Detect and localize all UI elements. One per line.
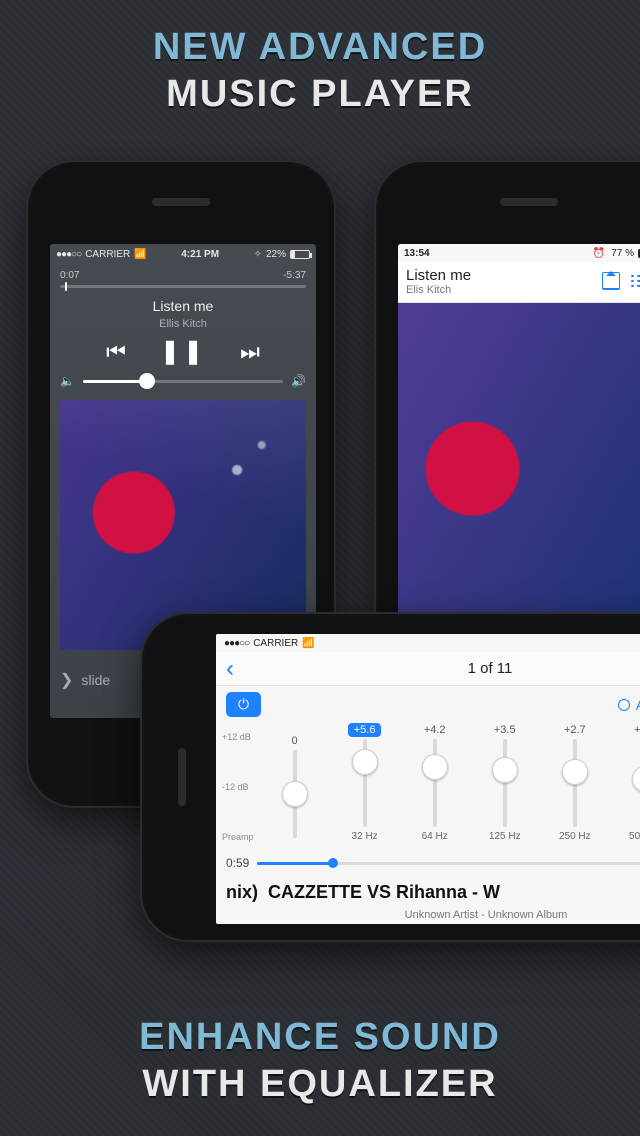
eq-power-button[interactable]: ⏻: [226, 692, 261, 717]
eq-toolbar: ⏻ AGR Manual: [216, 686, 640, 723]
share-icon: [602, 272, 620, 290]
phone-c-frame: ●●●○○ CARRIER 📶 14:04 ‹ 1 of 11 ⏻ AGR Ma…: [140, 612, 640, 942]
eq-nav: ‹ 1 of 11: [216, 652, 640, 686]
scale-bottom: -12 dB: [222, 782, 254, 792]
phone-c-screen: ●●●○○ CARRIER 📶 14:04 ‹ 1 of 11 ⏻ AGR Ma…: [216, 634, 640, 924]
status-bar: ●●●○○ CARRIER 📶 14:04: [216, 634, 640, 652]
eq-band-4[interactable]: +2.7 250 Hz: [540, 723, 610, 842]
progress-row: 0:59 -4:33 ↺: [226, 850, 640, 876]
promo-top: NEW ADVANCED MUSIC PLAYER: [0, 26, 640, 116]
transport-controls: ⏮ ❚❚ ⏭: [50, 340, 316, 364]
eq-gain-label: +4.2: [418, 723, 452, 737]
eq-slider[interactable]: [433, 739, 437, 827]
radio-off-icon: [618, 699, 630, 711]
eq-band-1[interactable]: +5.6 32 Hz: [330, 723, 400, 842]
bluetooth-icon: ✧: [254, 249, 262, 260]
wifi-icon: 📶: [302, 638, 314, 649]
player-header: Listen me Elis Kitch: [398, 262, 640, 303]
time-elapsed: 0:59: [226, 856, 249, 870]
song-title-prefix: nix): [226, 882, 258, 903]
carrier-label: CARRIER: [253, 638, 298, 649]
eq-gain-label: +3.5: [488, 723, 522, 737]
pause-button[interactable]: ❚❚: [160, 340, 206, 364]
time-remaining: -5:37: [283, 270, 306, 281]
eq-scale: +12 dB -12 dB Preamp: [222, 732, 254, 842]
eq-gain-label: 0: [285, 734, 303, 748]
eq-knob[interactable]: [632, 766, 640, 792]
power-icon: ⏻: [238, 696, 249, 713]
eq-band-2[interactable]: +4.2 64 Hz: [400, 723, 470, 842]
battery-pct: 77 %: [611, 248, 634, 259]
eq-freq-label: 64 Hz: [422, 831, 448, 842]
battery-pct: 22%: [266, 249, 286, 260]
back-button[interactable]: ‹: [226, 655, 234, 683]
earpiece: [500, 198, 558, 206]
eq-gain-label: +5.6: [348, 723, 382, 737]
volume-high-icon: 🔊: [291, 374, 306, 388]
eq-band-3[interactable]: +3.5 125 Hz: [470, 723, 540, 842]
eq-knob[interactable]: [352, 749, 378, 775]
progress-slider[interactable]: [257, 862, 640, 865]
earpiece: [178, 748, 186, 806]
battery-icon: [290, 250, 310, 259]
meta-row: nix) CAZZETTE VS Rihanna - W ⇄: [226, 880, 640, 905]
status-bar: 13:54 ⏰ 77 %: [398, 244, 640, 262]
track-artist: Elis Kitch: [406, 284, 596, 296]
eq-band-5[interactable]: +1.2 500 Hz: [610, 723, 640, 842]
eq-slider[interactable]: [363, 739, 367, 827]
volume-slider[interactable]: [83, 380, 283, 383]
song-meta: Unknown Artist - Unknown Album: [405, 909, 568, 921]
scale-top: +12 dB: [222, 732, 254, 742]
volume-low-icon: 🔈: [60, 374, 75, 388]
eq-gain-label: +1.2: [628, 723, 640, 737]
status-time: 13:54: [404, 248, 430, 259]
signal-icon: ●●●○○: [224, 638, 249, 649]
promo-top-line1: NEW ADVANCED: [0, 26, 640, 69]
eq-freq-label: 250 Hz: [559, 831, 591, 842]
scrubber-times: 0:07 -5:37: [50, 264, 316, 281]
agr-label: AGR: [636, 697, 640, 713]
carrier-label: CARRIER: [85, 249, 130, 260]
scale-label: Preamp: [222, 832, 254, 842]
eq-slider[interactable]: [293, 750, 297, 838]
song-title: CAZZETTE VS Rihanna - W: [268, 882, 640, 903]
eq-gain-label: +2.7: [558, 723, 592, 737]
slide-hint-label: slide: [81, 672, 110, 688]
eq-knob[interactable]: [282, 781, 308, 807]
eq-freq-label: 500 Hz: [629, 831, 640, 842]
track-title: Listen me: [50, 298, 316, 314]
eq-freq-label: 125 Hz: [489, 831, 521, 842]
scrubber[interactable]: [60, 285, 306, 288]
share-button[interactable]: [596, 266, 626, 296]
promo-bottom-line1: ENHANCE SOUND: [0, 1016, 640, 1059]
eq-freq-label: 32 Hz: [352, 831, 378, 842]
eq-band-0[interactable]: 0: [260, 734, 330, 842]
agr-toggle[interactable]: AGR: [618, 697, 640, 713]
alarm-icon: ⏰: [593, 248, 605, 259]
promo-bottom: ENHANCE SOUND WITH EQUALIZER: [0, 1016, 640, 1106]
eq-slider[interactable]: [573, 739, 577, 827]
track-title: Listen me: [406, 267, 596, 284]
eq-knob[interactable]: [562, 759, 588, 785]
track-counter: 1 of 11: [234, 660, 640, 677]
playlist-button[interactable]: [630, 266, 640, 296]
wifi-icon: 📶: [134, 249, 146, 260]
volume-row: 🔈 🔊: [60, 374, 306, 388]
equalizer: ♫ +12 dB -12 dB Preamp 0+5.632 Hz+4.264 …: [216, 723, 640, 846]
promo-top-line2: MUSIC PLAYER: [0, 73, 640, 116]
album-art: [398, 303, 640, 663]
earpiece: [152, 198, 210, 206]
time-elapsed: 0:07: [60, 270, 79, 281]
chevron-right-icon: ❯: [60, 670, 73, 690]
eq-slider[interactable]: [503, 739, 507, 827]
signal-icon: ●●●○○: [56, 249, 81, 260]
eq-knob[interactable]: [492, 757, 518, 783]
promo-bottom-line2: WITH EQUALIZER: [0, 1063, 640, 1106]
status-bar: ●●●○○ CARRIER 📶 4:21 PM ✧ 22%: [50, 244, 316, 264]
eq-knob[interactable]: [422, 754, 448, 780]
prev-button[interactable]: ⏮: [106, 341, 126, 363]
next-button[interactable]: ⏭: [240, 341, 260, 363]
track-artist: Ellis Kitch: [50, 318, 316, 330]
status-time: 4:21 PM: [147, 249, 254, 260]
